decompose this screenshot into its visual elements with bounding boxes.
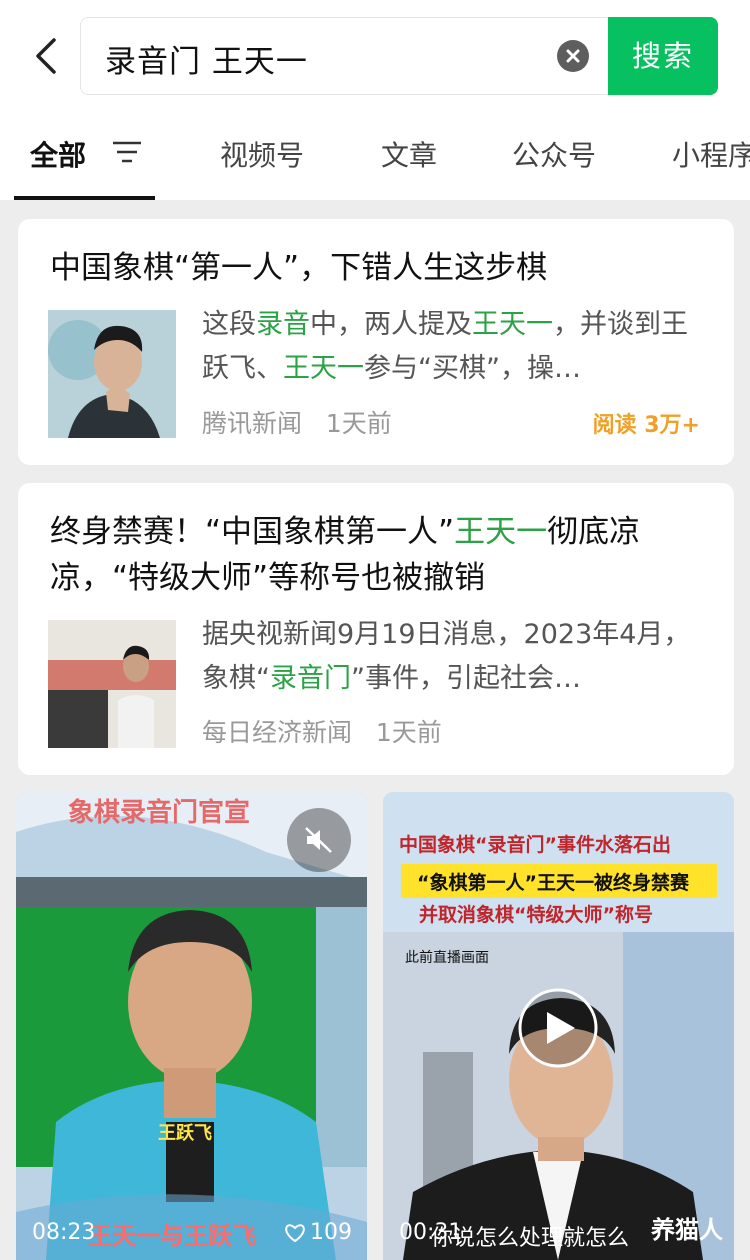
article-time: 1天前 <box>325 409 392 438</box>
article-title[interactable]: 中国象棋“第一人”，下错人生这步棋 <box>50 245 700 291</box>
article-title[interactable]: 终身禁赛！“中国象棋第一人”王天一彻底凉凉，“特级大师”等称号也被撤销 <box>50 509 700 601</box>
article-thumbnail <box>48 620 176 748</box>
article-meta: 每日经济新闻 1天前 <box>202 713 442 749</box>
tab-all[interactable]: 全部 <box>30 134 86 174</box>
video-banner: 象棋录音门官宣 <box>68 798 251 828</box>
top-bar: 录音门 王天一 搜索 全部 视频号 文章 公众号 小程序 <box>0 0 750 200</box>
tab-mini-programs[interactable]: 小程序 <box>672 134 750 174</box>
clear-icon[interactable] <box>557 40 589 72</box>
article-source: 每日经济新闻 <box>202 718 353 747</box>
video-duration: 08:23 <box>32 1220 96 1245</box>
read-count: 阅读 3万+ <box>592 413 700 438</box>
video-card[interactable]: 象棋录音门官宣 王跃飞 王天一与王跃飞 08:23 109 <box>16 792 367 1260</box>
article-snippet: 这段录音中，两人提及王天一，并谈到王跃飞、王天一参与“买棋”，操… <box>202 309 688 384</box>
article-source: 腾讯新闻 <box>202 409 303 438</box>
headline-1: 中国象棋“录音门”事件水落石出 <box>399 834 671 856</box>
like-count: 109 <box>310 1220 352 1245</box>
tab-official-accounts[interactable]: 公众号 <box>512 134 596 174</box>
video-caption: 王天一与王跃飞 <box>88 1222 256 1250</box>
video-card[interactable]: 中国象棋“录音门”事件水落石出 “象棋第一人”王天一被终身禁赛 并取消象棋“特级… <box>383 792 734 1260</box>
video-thumbnail <box>383 792 734 1260</box>
article-meta: 腾讯新闻 1天前 <box>202 404 392 440</box>
article-thumbnail <box>48 310 176 438</box>
video-label: 此前直播画面 <box>405 950 489 966</box>
tab-channels[interactable]: 视频号 <box>220 134 304 174</box>
search-input[interactable]: 录音门 王天一 <box>80 17 610 95</box>
article-time: 1天前 <box>375 718 442 747</box>
heart-icon[interactable] <box>284 1223 306 1243</box>
tab-articles[interactable]: 文章 <box>381 134 437 174</box>
tab-bar: 全部 视频号 文章 公众号 小程序 <box>0 110 750 200</box>
headline-3: 并取消象棋“特级大师”称号 <box>419 904 653 926</box>
video-thumbnail <box>16 792 367 1260</box>
watermark: 养猫人 <box>651 1216 723 1244</box>
headline-2: “象棋第一人”王天一被终身禁赛 <box>417 872 689 894</box>
article-card[interactable]: 终身禁赛！“中国象棋第一人”王天一彻底凉凉，“特级大师”等称号也被撤销 据央视新… <box>18 483 734 775</box>
article-card[interactable]: 中国象棋“第一人”，下错人生这步棋 这段录音中，两人提及王天一，并谈到王跃飞、王… <box>18 219 734 465</box>
search-button[interactable]: 搜索 <box>608 17 718 95</box>
active-tab-indicator <box>14 196 155 200</box>
video-duration: 00:31 <box>399 1220 463 1245</box>
name-tag: 王跃飞 <box>158 1123 212 1144</box>
back-arrow-icon[interactable] <box>30 36 70 76</box>
search-query[interactable]: 录音门 王天一 <box>105 36 308 81</box>
filter-icon[interactable] <box>112 140 142 164</box>
mute-icon[interactable] <box>303 824 335 856</box>
article-snippet: 据央视新闻9月19日消息，2023年4月，象棋“录音门”事件，引起社会… <box>202 619 691 694</box>
